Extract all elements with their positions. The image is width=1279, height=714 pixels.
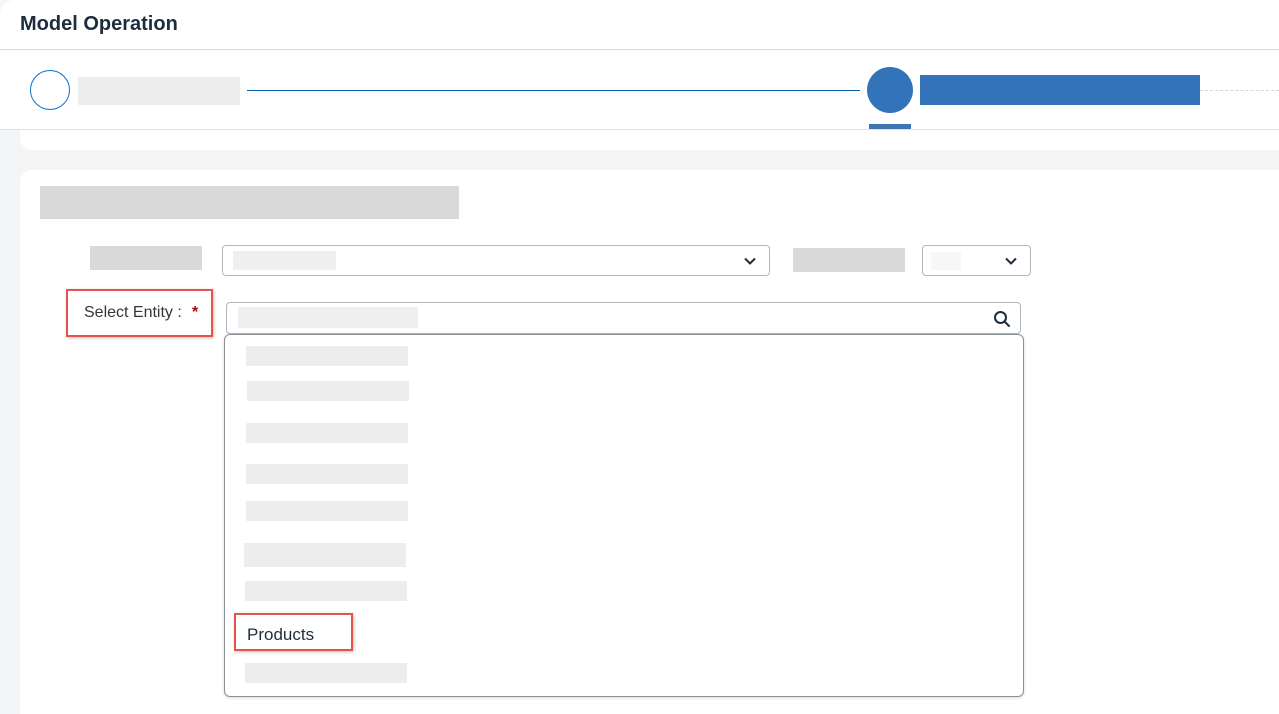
wizard-current-step-marker — [869, 124, 911, 129]
section-title-redacted — [40, 186, 459, 219]
previous-section-card — [20, 130, 1279, 150]
page: Model Operation Select Entity : * Produc… — [0, 0, 1279, 714]
list-item[interactable] — [246, 501, 408, 521]
wizard-next-connector — [1200, 90, 1279, 91]
field-1-label-redacted — [90, 246, 202, 270]
list-item[interactable] — [246, 423, 408, 443]
select-entity-label: Select Entity : — [84, 304, 182, 321]
field-1-select[interactable] — [222, 245, 770, 276]
chevron-down-icon[interactable] — [743, 254, 757, 268]
wizard-step-2-indicator[interactable] — [867, 67, 913, 113]
required-indicator: * — [192, 304, 199, 321]
list-item[interactable] — [246, 346, 408, 366]
list-item[interactable] — [247, 381, 409, 401]
header-bar: Model Operation — [0, 0, 1279, 50]
entity-search-input[interactable] — [226, 302, 1021, 334]
page-title: Model Operation — [20, 13, 178, 35]
entity-search-value-redacted — [238, 307, 418, 328]
field-2-value-redacted — [931, 252, 961, 270]
chevron-down-icon[interactable] — [1004, 254, 1018, 268]
field-1-value-redacted — [233, 251, 336, 270]
field-2-label-redacted — [793, 248, 905, 272]
list-item-products[interactable]: Products — [247, 625, 314, 645]
wizard-step-1-label-redacted — [78, 77, 240, 105]
wizard-progress-bar — [0, 50, 1279, 130]
list-item[interactable] — [245, 581, 407, 601]
wizard-step-connector — [247, 90, 860, 91]
wizard-step-2-label-redacted — [920, 75, 1200, 105]
wizard-step-1-indicator[interactable] — [30, 70, 70, 110]
list-item[interactable] — [244, 543, 406, 567]
list-item[interactable] — [245, 663, 407, 683]
field-2-select[interactable] — [922, 245, 1031, 276]
search-icon[interactable] — [993, 310, 1011, 328]
list-item[interactable] — [246, 464, 408, 484]
